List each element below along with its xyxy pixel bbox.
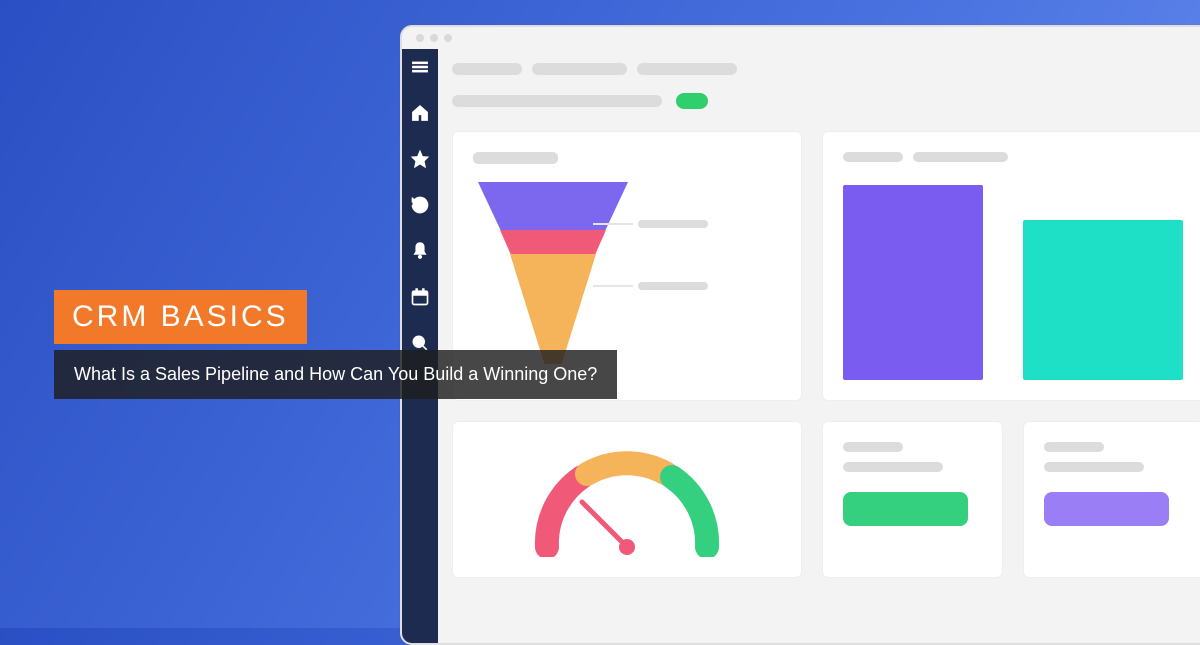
metric-button[interactable]: [1044, 492, 1169, 526]
title-overlay: CRM BASICS What Is a Sales Pipeline and …: [54, 290, 617, 399]
gauge-chart: [527, 447, 727, 557]
funnel-legend-item: [638, 282, 708, 290]
metric-card: [822, 421, 1003, 578]
placeholder-pill: [452, 95, 662, 107]
star-icon[interactable]: [410, 149, 430, 169]
traffic-light-icon: [444, 34, 452, 42]
card-title-placeholder: [913, 152, 1008, 162]
bar-segment: [1023, 220, 1183, 380]
card-title-placeholder: [843, 152, 903, 162]
bar-segment: [843, 185, 983, 380]
placeholder-pill: [637, 63, 737, 75]
menu-icon[interactable]: [410, 57, 430, 77]
sub-toolbar: [452, 93, 1200, 109]
window-titlebar: [402, 27, 1200, 49]
metric-button[interactable]: [843, 492, 968, 526]
traffic-light-icon: [430, 34, 438, 42]
traffic-light-icon: [416, 34, 424, 42]
placeholder-pill: [1044, 442, 1104, 452]
placeholder-pill: [843, 462, 943, 472]
card-title-placeholder: [473, 152, 558, 164]
bar-chart: [843, 180, 1183, 380]
metric-card: [1023, 421, 1200, 578]
placeholder-pill: [1044, 462, 1144, 472]
history-icon[interactable]: [410, 195, 430, 215]
status-badge: [676, 93, 708, 109]
placeholder-pill: [532, 63, 627, 75]
home-icon[interactable]: [410, 103, 430, 123]
bar-card: [822, 131, 1200, 401]
funnel-legend-item: [638, 220, 708, 228]
page-title: What Is a Sales Pipeline and How Can You…: [54, 350, 617, 399]
gauge-card: [452, 421, 802, 578]
bell-icon[interactable]: [410, 241, 430, 261]
funnel-segment-mid: [500, 230, 606, 254]
placeholder-pill: [452, 63, 522, 75]
category-tag: CRM BASICS: [54, 290, 307, 344]
placeholder-pill: [843, 442, 903, 452]
toolbar: [452, 63, 1200, 75]
